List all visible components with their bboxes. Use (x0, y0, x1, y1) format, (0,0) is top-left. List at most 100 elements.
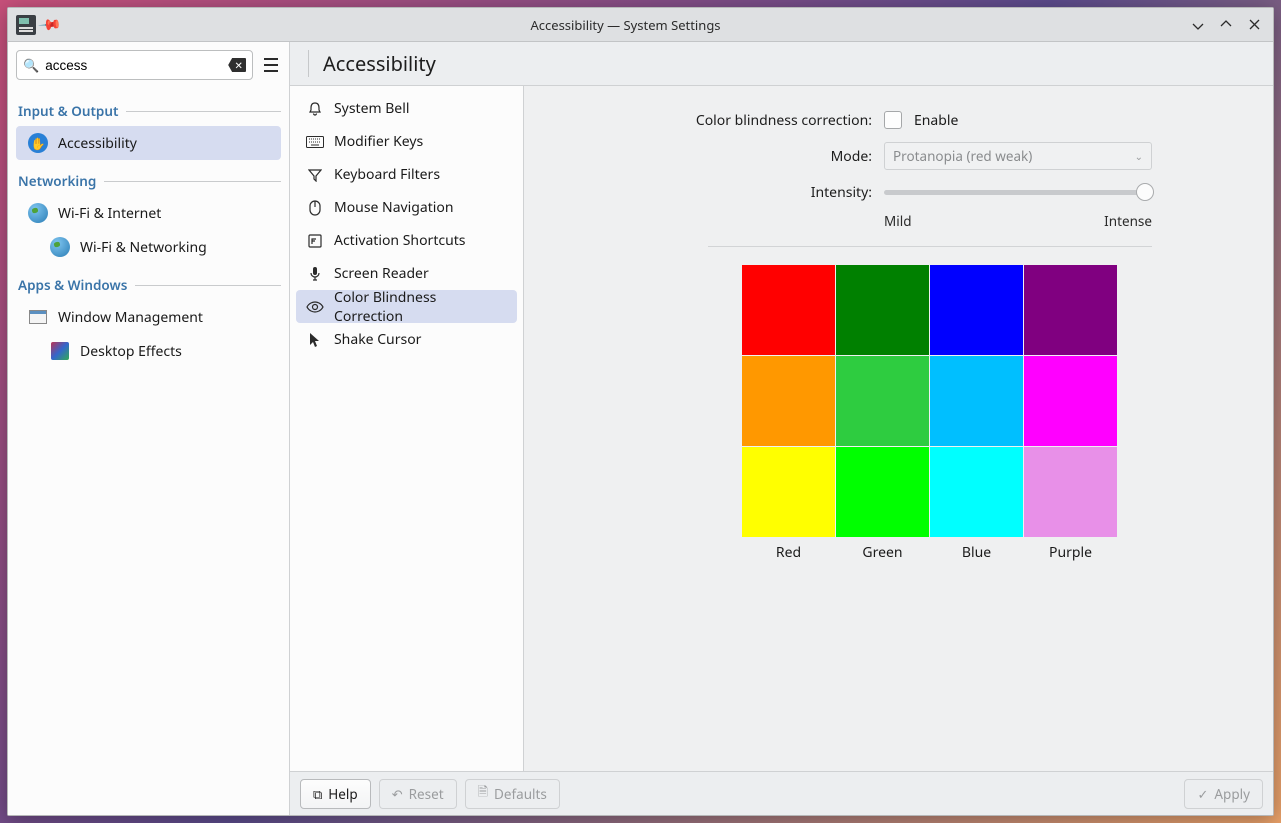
section-shake-cursor[interactable]: Shake Cursor (296, 323, 517, 356)
swatch-label: Red (742, 543, 835, 562)
mouse-icon (306, 199, 324, 217)
section-activation-shortcuts[interactable]: Activation Shortcuts (296, 224, 517, 257)
category-apps-windows: Apps & Windows (18, 276, 281, 294)
mode-label: Mode: (552, 147, 872, 166)
chevron-down-icon: ⌄ (1135, 149, 1143, 163)
section-label: System Bell (334, 99, 409, 118)
page-header: Accessibility (290, 42, 1273, 86)
defaults-button[interactable]: 🗎 Defaults (465, 779, 560, 809)
color-swatch (930, 447, 1023, 537)
footer: ⧉ Help ↶ Reset 🗎 Defaults ✓ Apply (290, 771, 1273, 815)
intensity-slider[interactable] (884, 183, 1152, 201)
sidebar-item-label: Desktop Effects (80, 342, 182, 361)
content-pane: Color blindness correction: Enable Mode:… (524, 86, 1273, 771)
search-icon: 🔍 (23, 56, 39, 74)
hamburger-menu-icon[interactable] (261, 53, 281, 77)
globe-icon (28, 203, 48, 223)
swatch-label: Blue (930, 543, 1023, 562)
apply-button[interactable]: ✓ Apply (1184, 779, 1263, 809)
color-swatches: RedGreenBluePurple (742, 265, 1245, 562)
help-button[interactable]: ⧉ Help (300, 779, 371, 809)
window-title: Accessibility — System Settings (60, 16, 1191, 34)
sidebar-item-wifi-internet[interactable]: Wi-Fi & Internet (16, 196, 281, 230)
check-icon: ✓ (1197, 785, 1208, 803)
sidebar-item-accessibility[interactable]: ✋ Accessibility (16, 126, 281, 160)
search-box[interactable]: 🔍 ✕ (16, 50, 253, 80)
undo-icon: ↶ (392, 785, 403, 803)
intensity-label: Intensity: (552, 183, 872, 202)
cursor-icon (306, 331, 324, 349)
color-swatch (836, 447, 929, 537)
category-sidebar: 🔍 ✕ Input & Output ✋ Accessibility Netwo… (8, 42, 290, 815)
section-keyboard-filters[interactable]: Keyboard Filters (296, 158, 517, 191)
effects-icon (50, 341, 70, 361)
maximize-button[interactable] (1219, 18, 1233, 32)
section-screen-reader[interactable]: Screen Reader (296, 257, 517, 290)
category-networking: Networking (18, 172, 281, 190)
sidebar-item-label: Wi-Fi & Internet (58, 204, 161, 223)
minimize-button[interactable] (1191, 18, 1205, 32)
button-label: Defaults (494, 785, 547, 803)
section-label: Color Blindness Correction (334, 288, 507, 326)
enable-checkbox[interactable] (884, 111, 902, 129)
section-system-bell[interactable]: System Bell (296, 92, 517, 125)
filter-icon (306, 166, 324, 184)
section-label: Modifier Keys (334, 132, 423, 151)
sidebar-item-desktop-effects[interactable]: Desktop Effects (16, 334, 281, 368)
section-label: Shake Cursor (334, 330, 421, 349)
color-swatch (930, 356, 1023, 446)
correction-label: Color blindness correction: (552, 111, 872, 130)
section-mouse-navigation[interactable]: Mouse Navigation (296, 191, 517, 224)
help-icon: ⧉ (313, 785, 322, 803)
titlebar: 📌 Accessibility — System Settings (8, 8, 1273, 42)
search-input[interactable] (45, 58, 222, 73)
clear-search-icon[interactable]: ✕ (228, 58, 246, 72)
window-icon (28, 307, 48, 327)
slider-min-label: Mild (884, 212, 912, 230)
mode-value: Protanopia (red weak) (893, 147, 1032, 165)
eye-icon (306, 298, 324, 316)
document-icon: 🗎 (478, 782, 488, 805)
color-swatch (742, 447, 835, 537)
sidebar-item-wifi-networking[interactable]: Wi-Fi & Networking (16, 230, 281, 264)
swatch-label: Green (836, 543, 929, 562)
settings-window: 📌 Accessibility — System Settings 🔍 ✕ In… (7, 7, 1274, 816)
reset-button[interactable]: ↶ Reset (379, 779, 457, 809)
section-label: Keyboard Filters (334, 165, 440, 184)
color-swatch (1024, 265, 1117, 355)
section-color-blindness[interactable]: Color Blindness Correction (296, 290, 517, 323)
swatch-label: Purple (1024, 543, 1117, 562)
page-title: Accessibility (323, 50, 436, 77)
microphone-icon (306, 265, 324, 283)
color-swatch (742, 356, 835, 446)
slider-max-label: Intense (1104, 212, 1152, 230)
section-label: Activation Shortcuts (334, 231, 466, 250)
keyboard-icon (306, 133, 324, 151)
color-swatch (930, 265, 1023, 355)
sidebar-item-label: Accessibility (58, 134, 137, 153)
color-swatch (1024, 356, 1117, 446)
app-icon (16, 15, 36, 35)
slider-thumb[interactable] (1136, 183, 1154, 201)
button-label: Help (328, 785, 357, 803)
sidebar-item-label: Wi-Fi & Networking (80, 238, 207, 257)
color-swatch (836, 265, 929, 355)
sidebar-item-label: Window Management (58, 308, 203, 327)
section-label: Screen Reader (334, 264, 429, 283)
color-swatch (836, 356, 929, 446)
shortcut-icon (306, 232, 324, 250)
globe-icon (50, 237, 70, 257)
color-swatch (1024, 447, 1117, 537)
category-input-output: Input & Output (18, 102, 281, 120)
sidebar-item-window-management[interactable]: Window Management (16, 300, 281, 334)
section-modifier-keys[interactable]: Modifier Keys (296, 125, 517, 158)
mode-select[interactable]: Protanopia (red weak) ⌄ (884, 142, 1152, 170)
section-label: Mouse Navigation (334, 198, 454, 217)
button-label: Apply (1214, 785, 1250, 803)
close-button[interactable] (1247, 18, 1261, 32)
accessibility-icon: ✋ (28, 133, 48, 153)
divider (708, 246, 1152, 247)
section-sidebar: System Bell Modifier Keys Keyboard Filte… (290, 86, 524, 771)
button-label: Reset (409, 785, 444, 803)
enable-label: Enable (914, 111, 958, 130)
